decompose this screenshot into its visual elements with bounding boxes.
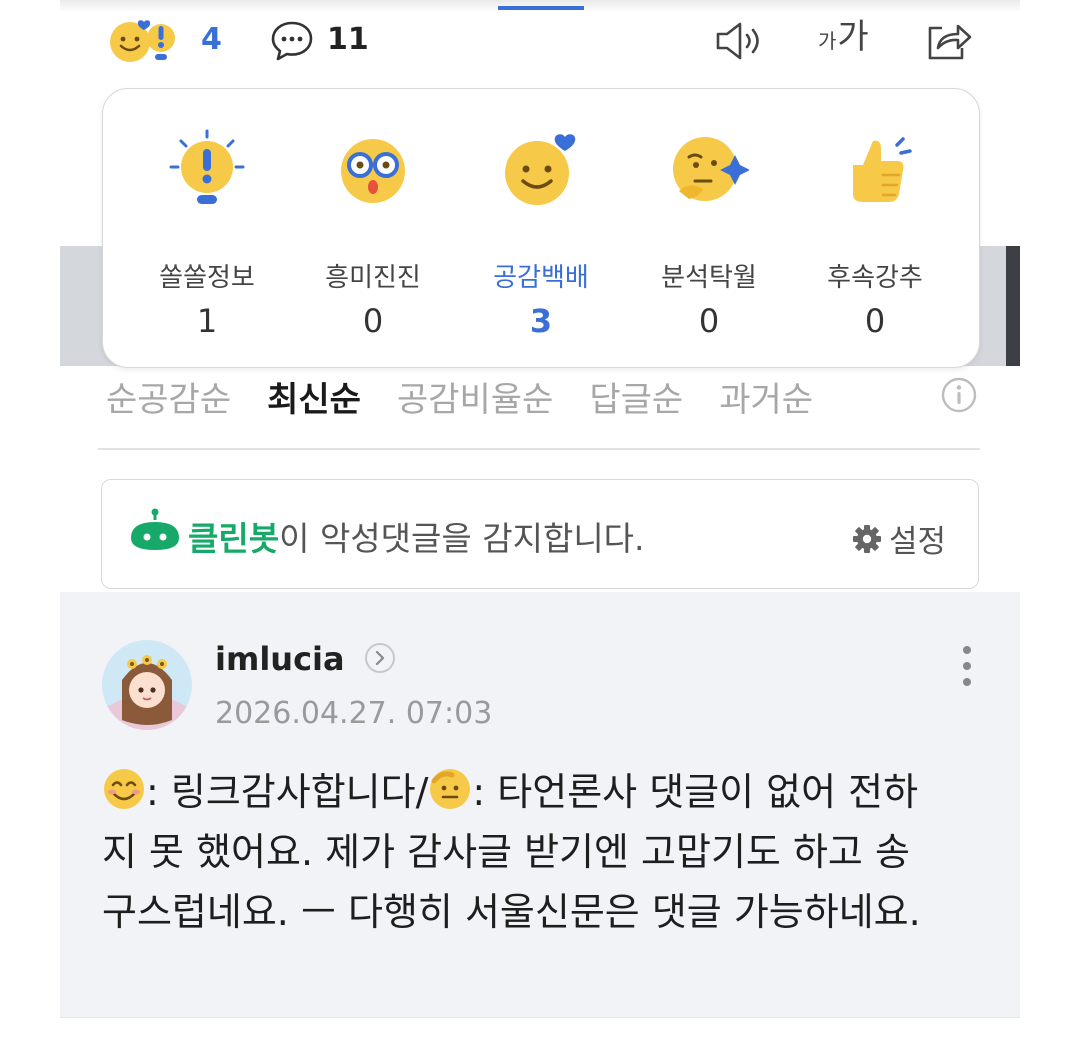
divider — [98, 448, 980, 450]
thinking-face-icon — [673, 137, 750, 201]
share-icon[interactable] — [922, 16, 974, 68]
comment-bubble-icon[interactable] — [270, 20, 314, 66]
info-icon[interactable] — [940, 376, 978, 418]
reaction-count: 0 — [362, 302, 384, 340]
bulb-exclamation-icon — [169, 129, 245, 204]
cleanbot-robot-icon — [131, 508, 179, 550]
saluting-face-emoji-icon — [430, 769, 471, 809]
reaction-count: 0 — [698, 302, 720, 340]
reaction-empathy[interactable]: 공감백배 3 — [471, 129, 611, 340]
font-size-large-label: 가 — [837, 17, 869, 57]
reaction-label: 공감백배 — [493, 263, 589, 293]
reaction-interesting[interactable]: 흥미진진 0 — [303, 129, 443, 340]
smiling-face-emoji-icon — [104, 769, 144, 809]
reaction-label: 후속강추 — [827, 263, 923, 293]
glasses-face-icon — [341, 139, 405, 203]
reaction-count[interactable]: 4 — [201, 22, 222, 57]
reaction-popup: 쏠쏠정보 1 흥미진진 0 공감백배 3 분석탁월 0 후속강추 0 — [102, 88, 980, 368]
cleanbot-banner: 클린봇이 악성댓글을 감지합니다. 설정 — [101, 479, 979, 589]
tab-popular[interactable]: 순공감순 — [106, 372, 231, 421]
cleanbot-message-text: 이 악성댓글을 감지합니다. — [279, 519, 645, 558]
top-accent-bar — [498, 6, 584, 10]
comment-text: : 링크감사합니다/ : 타언론사 댓글이 없어 전하지 못 했어요. 제가 감… — [102, 762, 932, 942]
comment-text-part1: : 링크감사합니다/ — [146, 770, 429, 814]
setting-label: 설정 — [888, 524, 946, 560]
reaction-count: 0 — [864, 302, 886, 340]
reaction-label: 흥미진진 — [325, 263, 421, 293]
sort-tabs: 순공감순 최신순 공감비율순 답글순 과거순 — [106, 372, 849, 421]
more-options-icon[interactable] — [960, 644, 974, 692]
tab-oldest[interactable]: 과거순 — [719, 372, 813, 421]
cleanbot-setting-button[interactable]: 설정 — [851, 516, 946, 561]
chevron-right-icon[interactable] — [364, 642, 396, 678]
reaction-count: 3 — [529, 302, 553, 340]
bottom-divider — [60, 1017, 1020, 1024]
tab-replies[interactable]: 답글순 — [589, 372, 683, 421]
font-size-button[interactable]: 가 가 — [818, 20, 869, 54]
tab-empathy-ratio[interactable]: 공감비율순 — [397, 372, 553, 421]
exclamation-icon — [147, 24, 175, 60]
thumbs-up-icon — [853, 137, 912, 202]
tab-latest[interactable]: 최신순 — [267, 372, 361, 421]
comment-count[interactable]: 11 — [327, 22, 369, 57]
cleanbot-brand: 클린봇 — [188, 519, 280, 558]
reaction-label: 분석탁월 — [661, 263, 757, 293]
cleanbot-message: 클린봇이 악성댓글을 감지합니다. — [188, 512, 645, 560]
reaction-recommend[interactable]: 후속강추 0 — [805, 129, 945, 340]
font-size-small-label: 가 — [818, 29, 837, 53]
speaker-icon[interactable] — [713, 20, 765, 66]
smile-heart-icon — [505, 134, 576, 205]
comment-item: imlucia 2026.04.27. 07:03 : 링크감사합니다/ : 타… — [60, 592, 1020, 1017]
avatar[interactable] — [102, 640, 192, 730]
reaction-useful[interactable]: 쏠쏠정보 1 — [137, 129, 277, 340]
reaction-summary-button[interactable] — [108, 16, 176, 64]
comment-author[interactable]: imlucia — [215, 640, 345, 678]
gear-icon — [852, 524, 881, 553]
reaction-count: 1 — [196, 302, 218, 340]
comment-timestamp: 2026.04.27. 07:03 — [215, 696, 493, 731]
reaction-label: 쏠쏠정보 — [159, 263, 255, 293]
reaction-analysis[interactable]: 분석탁월 0 — [639, 129, 779, 340]
